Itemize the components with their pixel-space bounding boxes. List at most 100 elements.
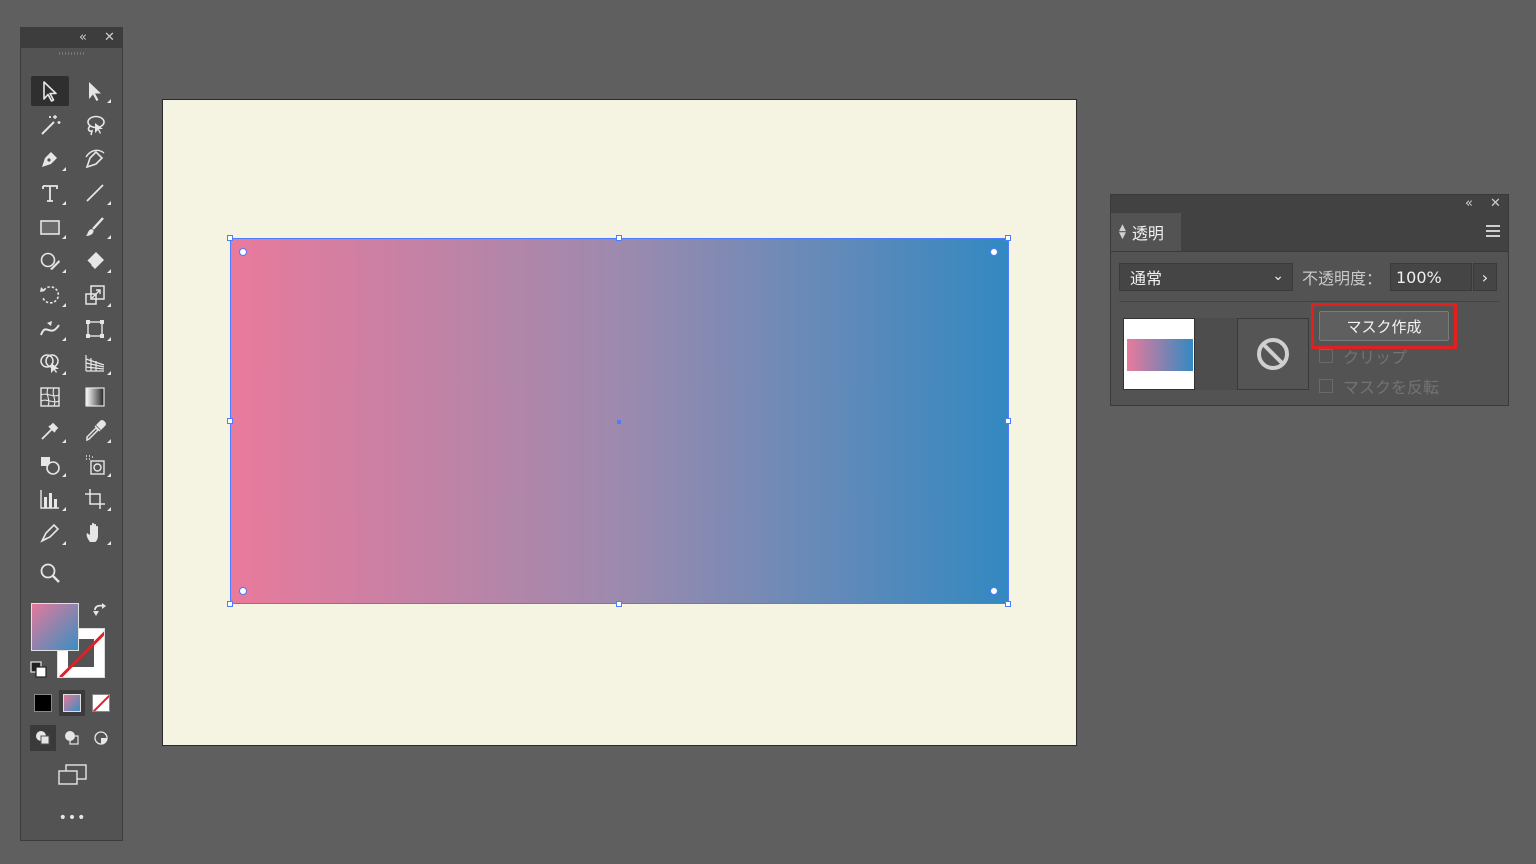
eyedropper-tool-icon <box>86 420 106 442</box>
draw-behind-icon <box>65 731 79 745</box>
shaper-tool-icon <box>40 252 60 270</box>
handle-bottom-center[interactable] <box>616 601 622 607</box>
handle-middle-right[interactable] <box>1005 418 1011 424</box>
lasso-tool[interactable] <box>76 110 114 140</box>
clip-checkbox-row[interactable]: クリップ <box>1319 345 1407 367</box>
handle-top-center[interactable] <box>616 235 622 241</box>
type-tool[interactable] <box>31 178 69 208</box>
mask-thumbnail[interactable] <box>1237 318 1309 390</box>
column-graph-tool-icon <box>40 490 59 509</box>
panel-grip[interactable] <box>59 52 85 55</box>
blend-mode-value: 通常 <box>1130 269 1163 288</box>
rectangle-tool[interactable] <box>31 212 69 242</box>
panel-menu-icon[interactable] <box>1486 225 1500 240</box>
invert-mask-checkbox[interactable] <box>1319 379 1333 393</box>
color-mode-button[interactable] <box>30 690 56 716</box>
direct-selection-tool[interactable] <box>76 76 114 106</box>
width-tool-icon <box>40 321 60 336</box>
eyedropper-blend-tool[interactable] <box>31 416 69 446</box>
opacity-input[interactable]: 100% <box>1390 263 1472 291</box>
lasso-tool-icon <box>87 115 105 136</box>
draw-behind-button[interactable] <box>59 725 85 751</box>
no-mask-icon <box>1257 338 1289 370</box>
perspective-grid-tool[interactable] <box>76 348 114 378</box>
gradient-mode-button[interactable] <box>59 690 85 716</box>
magic-wand-tool-icon <box>41 115 61 135</box>
screen-mode-button[interactable] <box>55 762 91 788</box>
tab-label: 透明 <box>1131 224 1164 243</box>
slice-tool[interactable] <box>31 518 69 548</box>
curvature-tool[interactable] <box>76 144 114 174</box>
mesh-tool-icon <box>40 387 60 407</box>
handle-bottom-right[interactable] <box>1005 601 1011 607</box>
eraser-tool[interactable] <box>76 246 114 276</box>
draw-normal-button[interactable] <box>30 725 56 751</box>
clip-label: クリップ <box>1343 348 1408 367</box>
rotate-tool-icon <box>40 286 60 304</box>
opacity-slider-button[interactable]: › <box>1473 263 1497 291</box>
eyedropper-tool[interactable] <box>76 416 114 446</box>
selection-tool-icon <box>43 81 57 102</box>
rotate-tool[interactable] <box>31 280 69 310</box>
mesh-tool[interactable] <box>31 382 69 412</box>
close-icon[interactable]: ✕ <box>104 30 115 46</box>
corner-widget-top-left[interactable] <box>239 248 247 256</box>
symbol-tool[interactable] <box>76 450 114 480</box>
artwork-thumbnail[interactable] <box>1123 318 1195 390</box>
column-graph-tool[interactable] <box>31 484 69 514</box>
highlight-box <box>1311 303 1457 349</box>
gradient-swatch-icon <box>63 694 81 712</box>
more-tools-button[interactable]: ••• <box>21 810 124 826</box>
paintbrush-tool-icon <box>86 217 104 236</box>
tab-transparency[interactable]: ▲ ▼ 透明 <box>1111 213 1181 251</box>
swap-fill-stroke-icon[interactable] <box>91 602 109 620</box>
panel-header: « ✕ <box>1111 195 1508 213</box>
artboard-tool[interactable] <box>76 484 114 514</box>
corner-widget-bottom-left[interactable] <box>239 587 247 595</box>
draw-inside-button[interactable] <box>88 725 114 751</box>
line-segment-tool[interactable] <box>76 178 114 208</box>
opacity-label: 不透明度： <box>1302 269 1383 288</box>
shaper-tool[interactable] <box>31 246 69 276</box>
magic-wand-tool[interactable] <box>31 110 69 140</box>
line-segment-tool-icon <box>86 184 104 202</box>
corner-widget-top-right[interactable] <box>990 248 998 256</box>
hand-tool[interactable] <box>76 518 114 548</box>
panel-collapse-icon[interactable]: « <box>1465 196 1473 212</box>
fill-swatch[interactable] <box>31 603 79 651</box>
symbol-tool-icon <box>86 455 105 475</box>
panel-close-icon[interactable]: ✕ <box>1490 196 1501 212</box>
paintbrush-tool[interactable] <box>76 212 114 242</box>
eraser-tool-icon <box>86 252 104 269</box>
default-fill-stroke-icon[interactable] <box>30 661 48 679</box>
corner-widget-bottom-right[interactable] <box>990 587 998 595</box>
none-mode-button[interactable] <box>88 690 114 716</box>
free-transform-tool-icon <box>86 320 104 338</box>
gradient-tool[interactable] <box>76 382 114 412</box>
free-transform-tool[interactable] <box>76 314 114 344</box>
handle-middle-left[interactable] <box>227 418 233 424</box>
chevron-right-icon: › <box>1481 267 1489 287</box>
perspective-grid-tool-icon <box>85 355 105 372</box>
width-tool[interactable] <box>31 314 69 344</box>
pen-tool[interactable] <box>31 144 69 174</box>
divider <box>1119 301 1499 302</box>
zoom-tool[interactable] <box>31 558 69 588</box>
symbol-sprayer-tool[interactable] <box>31 450 69 480</box>
handle-bottom-left[interactable] <box>227 601 233 607</box>
scale-tool[interactable] <box>76 280 114 310</box>
selection-tool[interactable] <box>31 76 69 106</box>
collapse-icon[interactable]: « <box>79 30 87 46</box>
mask-link-area <box>1195 318 1237 390</box>
handle-top-right[interactable] <box>1005 235 1011 241</box>
handle-top-left[interactable] <box>227 235 233 241</box>
invert-mask-checkbox-row[interactable]: マスクを反転 <box>1319 375 1439 397</box>
none-swatch-icon <box>92 694 110 712</box>
draw-inside-icon <box>94 731 108 745</box>
blend-mode-select[interactable]: 通常 ⌄ <box>1119 263 1293 291</box>
solid-color-icon <box>34 694 52 712</box>
clip-checkbox[interactable] <box>1319 349 1333 363</box>
draw-normal-icon <box>36 731 50 745</box>
screen-mode-icon <box>58 764 87 785</box>
shape-builder-tool[interactable] <box>31 348 69 378</box>
